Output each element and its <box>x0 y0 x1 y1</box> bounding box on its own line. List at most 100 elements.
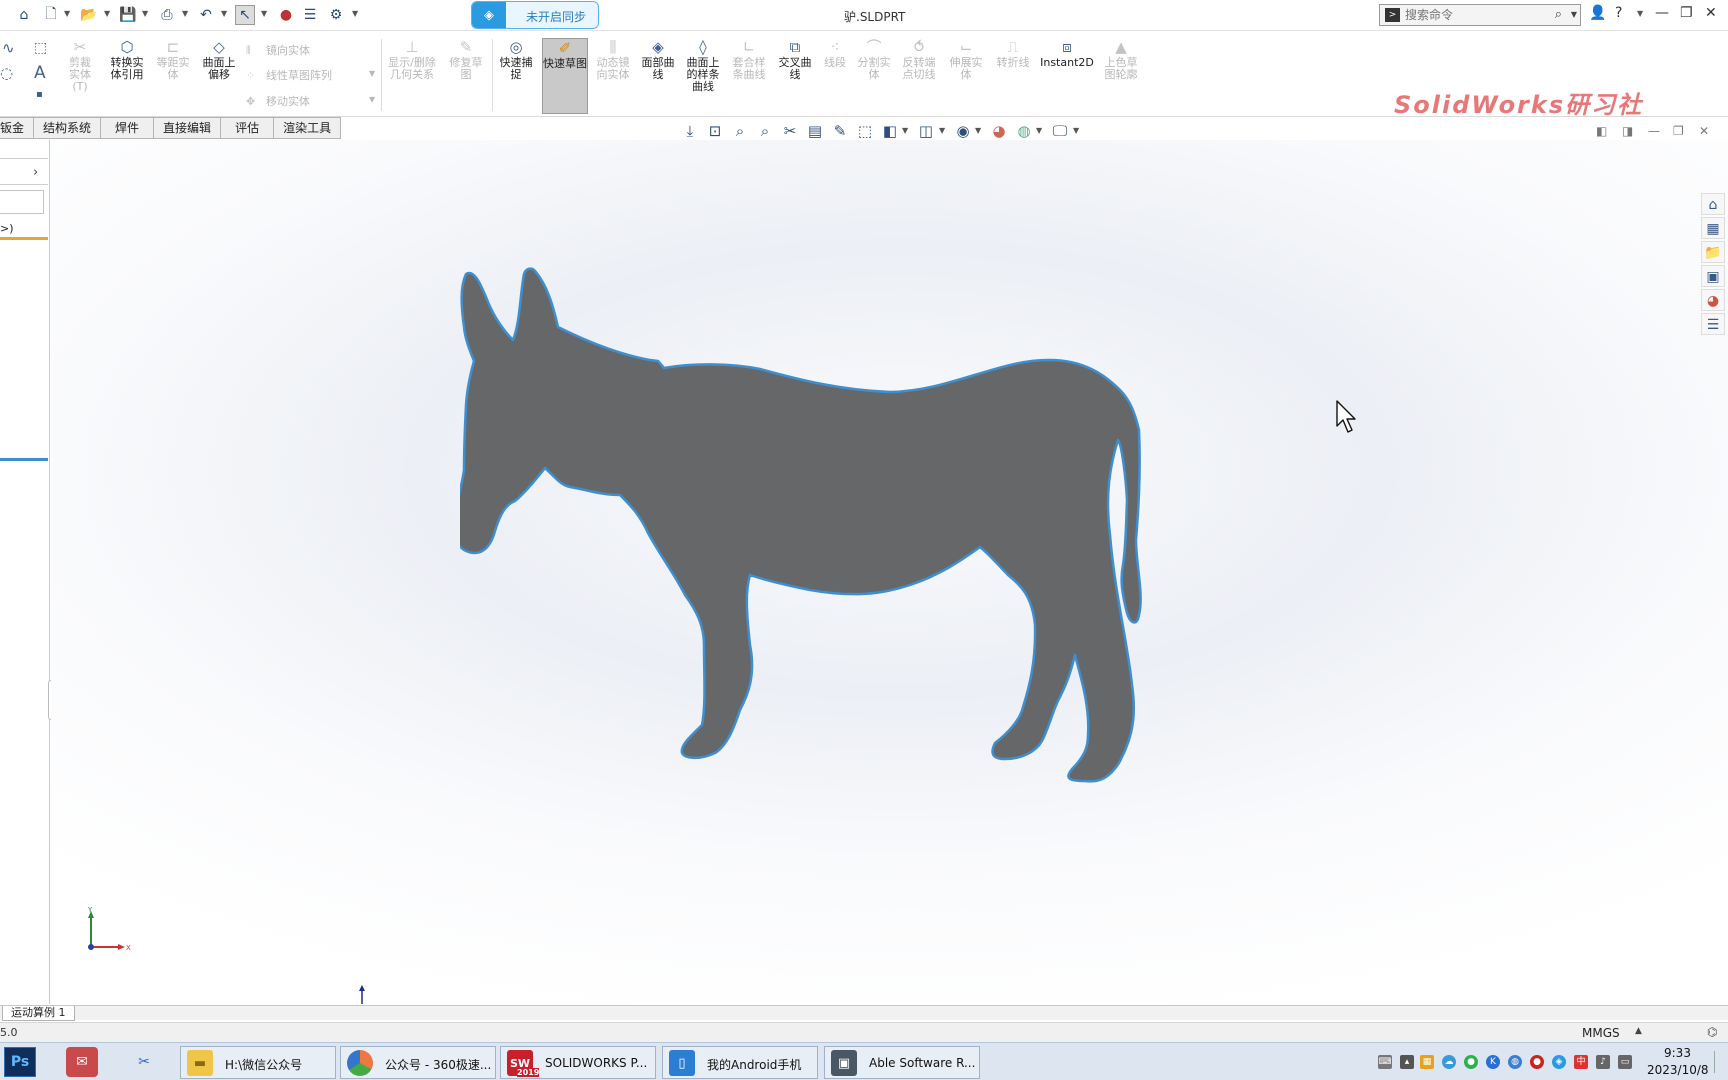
appearances-scenes-icon[interactable]: ◕ <box>1701 289 1725 311</box>
zoom-to-area-icon[interactable]: ⊡ <box>705 121 725 141</box>
user-account-icon[interactable]: 👤 <box>1589 5 1606 21</box>
view-settings-icon[interactable]: ◉ <box>953 121 973 141</box>
rollback-bar[interactable] <box>0 237 48 240</box>
instant2d-button[interactable]: ⧈ Instant2D <box>1038 39 1096 69</box>
intersection-curve-button[interactable]: ⧉ 交叉曲线 <box>774 39 816 81</box>
close-icon[interactable]: ✕ <box>1705 5 1717 21</box>
zoom-icon[interactable]: ⌕ <box>755 121 775 141</box>
network-tray-icon[interactable]: ◍ <box>1508 1055 1522 1069</box>
tab-render-tools[interactable]: 渲染工具 <box>274 117 342 139</box>
mirror-entities-button[interactable]: ⫴ 镜向实体 <box>246 42 310 58</box>
display-tray-icon[interactable]: ▭ <box>1618 1055 1632 1069</box>
dynamic-annotation-icon[interactable]: ▤ <box>805 121 825 141</box>
quick-snaps-button[interactable]: ◎ 快速捕捉 <box>496 39 536 81</box>
pattern-dropdown-icon[interactable]: ▼ <box>369 69 375 78</box>
face-curves-button[interactable]: ◈ 面部曲线 <box>638 39 678 81</box>
linear-pattern-button[interactable]: ⁘ 线性草图阵列 <box>246 67 332 83</box>
cloud-tray-icon[interactable]: ☁ <box>1442 1055 1456 1069</box>
task-browser[interactable]: 公众号 - 360极速... <box>340 1046 496 1079</box>
previous-view-icon[interactable]: ⌕ <box>730 121 750 141</box>
dynamic-mirror-button[interactable]: ⫼ 动态镜向实体 <box>592 39 634 81</box>
display-style-icon[interactable]: ◧ <box>880 121 900 141</box>
photoshop-icon[interactable]: Ps <box>4 1047 36 1077</box>
zoom-to-fit-icon[interactable]: ⤓ <box>680 121 700 141</box>
appearance-icon[interactable]: ◕ <box>989 121 1009 141</box>
rectangle-icon[interactable]: ⬚ <box>34 40 47 56</box>
reverse-tangent-button[interactable]: ⥀ 反转端点切线 <box>898 39 940 81</box>
app-tray-icon[interactable]: ▦ <box>1420 1055 1434 1069</box>
input-method-icon[interactable]: 中 <box>1574 1055 1588 1069</box>
file-properties-icon[interactable]: ☰ <box>300 5 320 25</box>
solidworks-resources-icon[interactable]: ⌂ <box>1701 193 1725 215</box>
scene-dropdown-icon[interactable]: ▼ <box>1036 126 1042 135</box>
clock-date[interactable]: 2023/10/8 <box>1647 1063 1709 1077</box>
move-dropdown-icon[interactable]: ▼ <box>369 95 375 104</box>
wechat-tray-icon[interactable]: ● <box>1464 1055 1478 1069</box>
keyboard-tray-icon[interactable]: ⌨ <box>1378 1055 1392 1069</box>
tab-direct-editing[interactable]: 直接编辑 <box>154 117 222 139</box>
offset-on-surface-button[interactable]: ◇ 曲面上偏移 <box>198 39 240 81</box>
select-arrow-icon[interactable]: ↖ <box>235 5 255 25</box>
undo-icon[interactable]: ↶ <box>196 5 216 25</box>
mail-app-icon[interactable]: ✉ <box>66 1047 98 1077</box>
tab-weldments[interactable]: 焊件 <box>101 117 155 139</box>
volume-icon[interactable]: ♪ <box>1596 1055 1610 1069</box>
custom-properties-icon[interactable]: ☰ <box>1701 313 1725 335</box>
options-gear-icon[interactable]: ⚙ <box>326 5 346 25</box>
task-android-phone[interactable]: ▯ 我的Android手机 <box>662 1046 818 1079</box>
open-dropdown-icon[interactable]: ▼ <box>104 9 110 18</box>
hide-show-items-icon[interactable]: ◫ <box>916 121 936 141</box>
select-dropdown-icon[interactable]: ▼ <box>261 9 267 18</box>
section-view-icon[interactable]: ✂ <box>780 121 800 141</box>
tile-left-icon[interactable]: ◧ <box>1596 124 1607 138</box>
tab-motion-study-1[interactable]: 运动算例 1 <box>2 1006 75 1021</box>
clock-time[interactable]: 9:33 <box>1664 1046 1691 1060</box>
options-dropdown-icon[interactable]: ▼ <box>352 9 358 18</box>
tab-structure-system[interactable]: 结构系统 <box>34 117 102 139</box>
monitor-icon[interactable]: 🖵 <box>1050 121 1070 141</box>
rapid-sketch-button[interactable]: ✐ 快速草图 <box>542 38 588 114</box>
view-palette-icon[interactable]: ▣ <box>1701 265 1725 287</box>
new-dropdown-icon[interactable]: ▼ <box>64 9 70 18</box>
save-dropdown-icon[interactable]: ▼ <box>142 9 148 18</box>
home-icon[interactable]: ⌂ <box>14 5 34 25</box>
open-folder-icon[interactable]: 📂 <box>79 5 99 25</box>
repair-sketch-button[interactable]: ✎ 修复草图 <box>446 39 486 81</box>
tab-evaluate[interactable]: 评估 <box>221 117 275 139</box>
scene-icon[interactable]: ◍ <box>1014 121 1034 141</box>
donkey-silhouette[interactable] <box>460 265 1214 830</box>
command-search[interactable]: > ⌕ ▼ <box>1379 4 1581 26</box>
convert-entities-button[interactable]: ⬡ 转换实体引用 <box>106 39 148 81</box>
trim-entities-button[interactable]: ✂ 剪裁实体(T) <box>64 39 96 93</box>
tab-sheet-metal[interactable]: 钣金 <box>0 117 35 139</box>
minimize-icon[interactable]: — <box>1655 5 1669 21</box>
monitor-dropdown-icon[interactable]: ▼ <box>1073 126 1079 135</box>
filter-field[interactable] <box>0 190 44 214</box>
search-icon[interactable]: ⌕ <box>1555 7 1562 22</box>
print-icon[interactable]: ⎙ <box>157 5 177 25</box>
undo-dropdown-icon[interactable]: ▼ <box>221 9 227 18</box>
search-input[interactable] <box>1405 7 1545 23</box>
hide-show-dropdown-icon[interactable]: ▼ <box>939 126 945 135</box>
help-dropdown-icon[interactable]: ▼ <box>1637 9 1643 18</box>
search-dropdown-icon[interactable]: ▼ <box>1571 10 1577 19</box>
segment-button[interactable]: ⁖ 线段 <box>820 39 850 69</box>
unit-system-dropdown-icon[interactable]: ▲ <box>1635 1026 1642 1036</box>
view-settings-dropdown-icon[interactable]: ▼ <box>975 126 981 135</box>
doc-minimize-icon[interactable]: — <box>1648 124 1660 138</box>
show-hidden-icons[interactable]: ▴ <box>1400 1055 1414 1069</box>
stretch-entities-button[interactable]: ⌙ 伸展实体 <box>946 39 986 81</box>
spline-icon[interactable]: ∿ <box>2 39 15 57</box>
rebuild-traffic-light-icon[interactable]: ● <box>276 5 296 25</box>
fit-spline-button[interactable]: ∟ 套合样条曲线 <box>728 39 770 81</box>
task-file-explorer[interactable]: ▬ H:\微信公众号 <box>180 1046 336 1079</box>
task-able-software[interactable]: ▣ Able Software R... <box>824 1046 980 1079</box>
jog-line-button[interactable]: ⎍ 转折线 <box>992 39 1034 69</box>
task-solidworks[interactable]: SW 2019 SOLIDWORKS P... <box>500 1046 656 1079</box>
shaded-contours-button[interactable]: ▲ 上色草图轮廓 <box>1100 39 1142 81</box>
cloud-sync-button[interactable]: ◈ 未开启同步 <box>471 1 599 29</box>
sync-tray-icon[interactable]: ◈ <box>1552 1055 1566 1069</box>
doc-close-icon[interactable]: ✕ <box>1699 124 1709 138</box>
chevron-right-icon[interactable]: › <box>33 165 38 180</box>
file-explorer-icon[interactable]: 📁 <box>1701 241 1725 263</box>
